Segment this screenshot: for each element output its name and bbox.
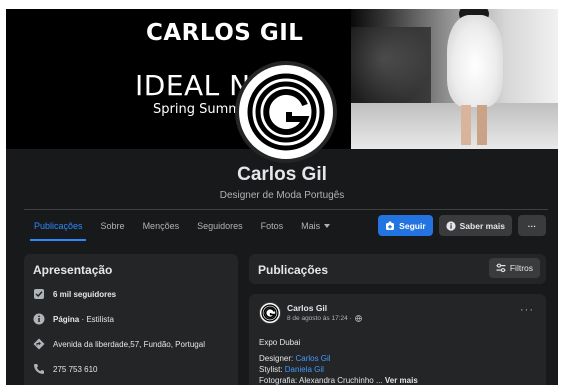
see-more-link[interactable]: Ver mais [385,376,418,385]
brand-logo-icon [247,73,325,151]
facebook-page: CARLOS GIL IDEAL NAT Spring Summe Carlos… [6,9,558,385]
learn-more-button[interactable]: Saber mais [438,215,512,236]
page-category: Designer de Moda Portugês [219,190,345,201]
posts-title: Publicações [258,263,329,277]
tab-mais[interactable]: Mais [292,213,339,241]
tab-seguidores[interactable]: Seguidores [188,213,252,241]
follow-button[interactable]: Seguir [378,215,433,236]
filter-icon [496,263,506,273]
post-photo-line: Fotografia: Alexandra Cruchinho ... Ver … [259,376,418,385]
post-date[interactable]: 8 de agosto às 17:24 · [287,315,352,322]
tab-fotos[interactable]: Fotos [252,213,293,241]
phone-row[interactable]: 275 753 610 [33,363,98,375]
post-options-button[interactable]: ··· [520,304,534,316]
chevron-down-icon [324,224,331,228]
post-card: Carlos Gil 8 de agosto às 17:24 · ··· Ex… [249,294,546,385]
header-divider [24,209,548,210]
page-title: Carlos Gil [237,164,327,185]
globe-icon [354,315,362,322]
intro-title: Apresentação [33,263,113,277]
filters-button[interactable]: Filtros [488,258,540,278]
designer-link[interactable]: Carlos Gil [295,354,330,363]
post-stylist-line: Stylist: Daniela Gil [259,365,324,374]
cover-brand-text: CARLOS GIL [146,20,304,46]
post-text-line: Expo Dubai [259,338,301,347]
tab-publicacoes[interactable]: Publicações [24,213,92,241]
brand-logo-icon [261,304,279,322]
location-icon [33,338,45,350]
followers-icon [33,288,45,300]
post-author-avatar[interactable] [259,302,281,324]
post-meta: 8 de agosto às 17:24 · [287,315,362,322]
profile-avatar[interactable] [235,61,337,163]
followers-row[interactable]: 6 mil seguidores [33,288,116,300]
stylist-link[interactable]: Daniela Gil [285,365,324,374]
page-tabs: Publicações Sobre Menções Seguidores Fot… [24,213,339,241]
page-type-row: Página · Estilista [33,313,114,325]
page-actions: Seguir Saber mais ··· [378,215,546,236]
tab-mencoes[interactable]: Menções [134,213,189,241]
post-designer-line: Designer: Carlos Gil [259,354,331,363]
address-row[interactable]: Avenida da liberdade,57, Fundão, Portuga… [33,338,205,350]
tab-sobre[interactable]: Sobre [92,213,134,241]
runway-photo [351,9,558,149]
info-icon [446,220,456,231]
follow-icon [386,221,395,230]
phone-icon [33,363,45,375]
info-icon [33,313,45,325]
post-author[interactable]: Carlos Gil [287,303,327,313]
posts-header-card: Publicações Filtros [249,254,546,284]
intro-card: Apresentação 6 mil seguidores Página · E… [24,254,238,385]
more-options-button[interactable]: ··· [518,215,546,236]
